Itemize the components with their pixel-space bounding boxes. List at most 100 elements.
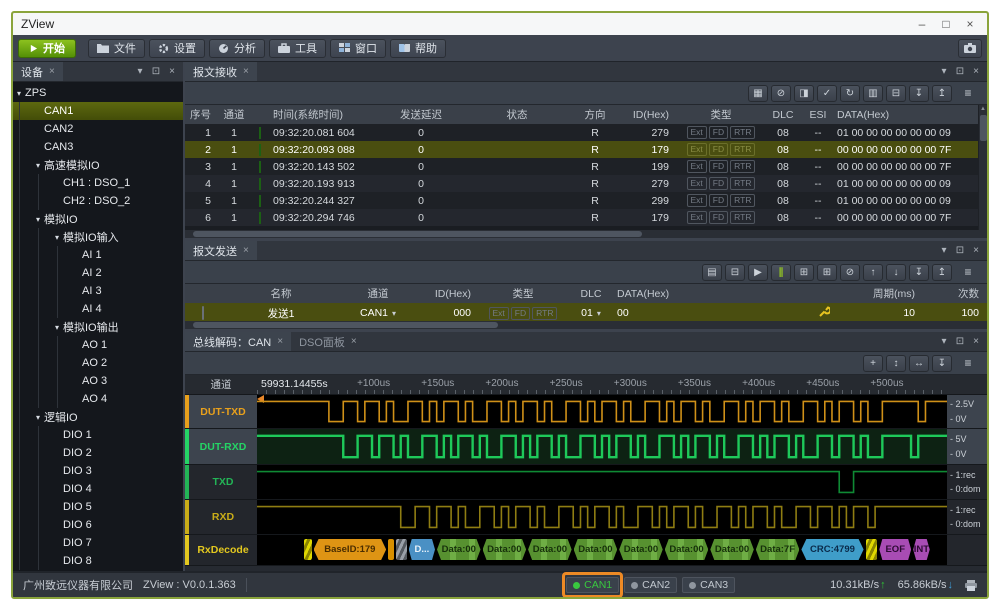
insert-frame-icon[interactable]: ⊞ — [817, 264, 837, 281]
chevron-down-icon[interactable]: ▾ — [32, 215, 44, 224]
maximize-button[interactable]: □ — [937, 17, 955, 31]
minimize-button[interactable]: – — [913, 17, 931, 31]
cell-dlc-select[interactable]: 01▾ — [567, 307, 615, 319]
move-down-icon[interactable]: ↓ — [886, 264, 906, 281]
wave-label-dut-rxd[interactable]: DUT-RXD — [185, 429, 257, 465]
add-frame-icon[interactable]: ⊞ — [794, 264, 814, 281]
chevron-down-icon[interactable]: ▾ — [51, 233, 63, 242]
scroll-up-icon[interactable]: ▲ — [980, 105, 987, 113]
scrollbar-thumb[interactable] — [980, 115, 987, 141]
export-icon[interactable]: ↧ — [909, 85, 929, 102]
clear-icon[interactable]: ⊘ — [840, 264, 860, 281]
decode-block-data-00[interactable]: Data:00 — [665, 539, 709, 560]
decode-block-data-00[interactable]: Data:00 — [483, 539, 527, 560]
screenshot-button[interactable] — [958, 39, 982, 58]
tree-item-io[interactable]: ▾模拟IO输入 — [13, 228, 183, 246]
toolbar-button-item[interactable]: 窗口 — [330, 39, 386, 58]
toolbar-button-item[interactable]: 工具 — [269, 39, 326, 58]
tab-close-icon[interactable]: × — [351, 336, 357, 347]
wave-label-rxdecode[interactable]: RxDecode — [185, 535, 257, 566]
clear-icon[interactable]: ⊘ — [771, 85, 791, 102]
import-icon[interactable]: ↥ — [932, 264, 952, 281]
import-icon[interactable]: ↧ — [932, 355, 952, 372]
wave-label-dut-txd[interactable]: DUT-TXD — [185, 395, 257, 429]
wrench-icon[interactable] — [809, 306, 839, 320]
move-up-icon[interactable]: ↑ — [863, 264, 883, 281]
tree-item-can1[interactable]: CAN1 — [13, 102, 183, 120]
wave-label-rxd[interactable]: RXD — [185, 500, 257, 535]
fit-vertical-icon[interactable]: ↕ — [886, 355, 906, 372]
wave-area-rxd[interactable] — [257, 500, 947, 535]
menu-icon[interactable]: ≡ — [955, 264, 981, 281]
tree-item-io[interactable]: ▾高速模拟IO — [13, 156, 183, 174]
scrollbar-thumb[interactable] — [193, 231, 642, 237]
save-icon[interactable]: ▤ — [702, 264, 722, 281]
tree-item-dio-4[interactable]: DIO 4 — [13, 480, 183, 498]
menu-icon[interactable]: ≡ — [955, 355, 981, 372]
panel-close-icon[interactable]: × — [165, 66, 179, 77]
tree-item-ao-3[interactable]: AO 3 — [13, 372, 183, 390]
panel-menu-icon[interactable]: ▾ — [937, 66, 951, 77]
toolbar-button-item[interactable]: 分析 — [209, 39, 265, 58]
tree-item-ch1-dso-1[interactable]: CH1 : DSO_1 — [13, 174, 183, 192]
tree-item-ao-4[interactable]: AO 4 — [13, 390, 183, 408]
tree-item-ao-1[interactable]: AO 1 — [13, 336, 183, 354]
decode-block-int[interactable]: INT — [913, 539, 930, 560]
toolbar-button-item[interactable]: 设置 — [149, 39, 205, 58]
chevron-down-icon[interactable]: ▾ — [13, 89, 25, 98]
wave-area-dut-txd[interactable] — [257, 395, 947, 429]
tree-item-io[interactable]: ▾模拟IO — [13, 210, 183, 228]
panel-close-icon[interactable]: × — [969, 245, 983, 256]
wave-area-dut-rxd[interactable] — [257, 429, 947, 465]
pause-view-icon[interactable]: ◨ — [794, 85, 814, 102]
tree-item-io[interactable]: ▾逻辑IO — [13, 408, 183, 426]
tab-dso[interactable]: DSO面板× — [291, 332, 365, 351]
verify-icon[interactable]: ✓ — [817, 85, 837, 102]
panel-menu-icon[interactable]: ▾ — [937, 245, 951, 256]
panel-close-icon[interactable]: × — [969, 336, 983, 347]
record-icon[interactable]: ▦ — [748, 85, 768, 102]
decode-block-eof[interactable]: EOF — [879, 539, 911, 560]
menu-icon[interactable]: ≡ — [955, 85, 981, 102]
tree-item-ch2-dso-2[interactable]: CH2 : DSO_2 — [13, 192, 183, 210]
decode-block-data-00[interactable]: Data:00 — [437, 539, 481, 560]
table-row[interactable]: 4109:32:20.193 9130R279ExtFDRTR08--01 00… — [185, 175, 978, 192]
pause-icon[interactable]: ∥ — [771, 264, 791, 281]
chevron-down-icon[interactable]: ▾ — [51, 323, 63, 332]
tab-close-icon[interactable]: × — [49, 66, 55, 77]
decode-block-data-7f[interactable]: Data:7F — [756, 539, 800, 560]
cursor-icon[interactable]: + — [863, 355, 883, 372]
status-channel-can3[interactable]: CAN3 — [682, 577, 735, 593]
panel-float-icon[interactable]: ⊡ — [953, 336, 967, 347]
tree-item-dio-6[interactable]: DIO 6 — [13, 516, 183, 534]
close-button[interactable]: × — [961, 17, 979, 31]
wave-area-rxdecode[interactable]: BaseID:179D...Data:00Data:00Data:00Data:… — [257, 535, 947, 566]
decode-block-data-00[interactable]: Data:00 — [619, 539, 663, 560]
import-icon[interactable]: ↥ — [932, 85, 952, 102]
tree-item-io[interactable]: ▾模拟IO输出 — [13, 318, 183, 336]
table-row[interactable]: 5109:32:20.244 3270R299ExtFDRTR08--01 00… — [185, 192, 978, 209]
tree-item-can2[interactable]: CAN2 — [13, 120, 183, 138]
table-row[interactable]: 1109:32:20.081 6040R279ExtFDRTR08--01 00… — [185, 124, 978, 141]
tab-receive[interactable]: 报文接收 × — [185, 62, 257, 81]
status-channel-can2[interactable]: CAN2 — [624, 577, 677, 593]
tree-item-dio-8[interactable]: DIO 8 — [13, 552, 183, 570]
wave-label-txd[interactable]: TXD — [185, 465, 257, 500]
table-row[interactable]: 2109:32:20.093 0880R179ExtFDRTR08--00 00… — [185, 141, 978, 158]
tab-send[interactable]: 报文发送 × — [185, 241, 257, 260]
tab-can[interactable]: 总线解码：CAN× — [185, 332, 291, 351]
panel-close-icon[interactable]: × — [969, 66, 983, 77]
decode-block-data-00[interactable]: Data:00 — [710, 539, 754, 560]
chevron-down-icon[interactable]: ▾ — [32, 413, 44, 422]
table-row[interactable]: 6109:32:20.294 7460R179ExtFDRTR08--00 00… — [185, 209, 978, 226]
tree-item-dio-7[interactable]: DIO 7 — [13, 534, 183, 552]
fit-horizontal-icon[interactable]: ↔ — [909, 355, 929, 372]
panel-menu-icon[interactable]: ▾ — [937, 336, 951, 347]
printer-icon[interactable] — [965, 580, 977, 591]
decode-block-crc-4799[interactable]: CRC:4799 — [801, 539, 863, 560]
tree-item-dio-2[interactable]: DIO 2 — [13, 444, 183, 462]
tree-item-dio-1[interactable]: DIO 1 — [13, 426, 183, 444]
send-horizontal-scrollbar[interactable] — [185, 321, 987, 329]
status-channel-can1[interactable]: CAN1 — [566, 577, 619, 593]
tree-item-ai-3[interactable]: AI 3 — [13, 282, 183, 300]
